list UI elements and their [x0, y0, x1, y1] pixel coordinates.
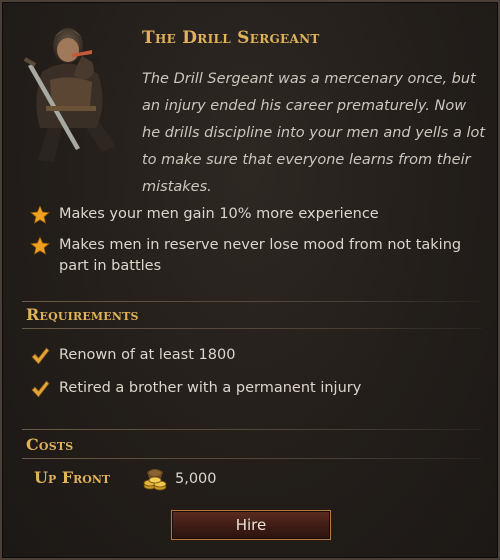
retinue-tooltip-panel: The Drill Sergeant The Drill Sergeant wa… [0, 0, 500, 560]
checkmark-icon [31, 380, 50, 398]
retinue-description: The Drill Sergeant was a mercenary once,… [142, 71, 486, 195]
up-front-label: Up Front [34, 468, 111, 487]
crowns-coins-icon [143, 469, 167, 491]
divider [22, 301, 482, 302]
hire-button[interactable]: Hire [171, 510, 331, 540]
retinue-title: The Drill Sergeant [142, 28, 320, 48]
requirement-text: Retired a brother with a permanent injur… [59, 380, 362, 396]
requirements-list: Renown of at least 1800 Retired a brothe… [30, 345, 470, 411]
costs-heading: Costs [26, 435, 74, 454]
requirement-text: Renown of at least 1800 [59, 347, 236, 363]
requirements-heading: Requirements [26, 305, 139, 324]
effect-item: Makes men in reserve never lose mood fro… [30, 235, 470, 277]
effect-text: Makes men in reserve never lose mood fro… [59, 237, 462, 274]
effect-text: Makes your men gain 10% more experience [59, 206, 379, 222]
star-icon [30, 236, 50, 255]
drill-sergeant-portrait [10, 10, 134, 170]
checkmark-icon [31, 347, 50, 365]
requirement-item: Retired a brother with a permanent injur… [30, 378, 470, 399]
requirement-item: Renown of at least 1800 [30, 345, 470, 366]
effects-list: Makes your men gain 10% more experience … [30, 204, 470, 287]
up-front-cost-value: 5,000 [175, 471, 217, 487]
effect-item: Makes your men gain 10% more experience [30, 204, 470, 225]
divider [22, 429, 482, 430]
divider [22, 458, 482, 459]
divider [22, 328, 482, 329]
star-icon [30, 205, 50, 224]
